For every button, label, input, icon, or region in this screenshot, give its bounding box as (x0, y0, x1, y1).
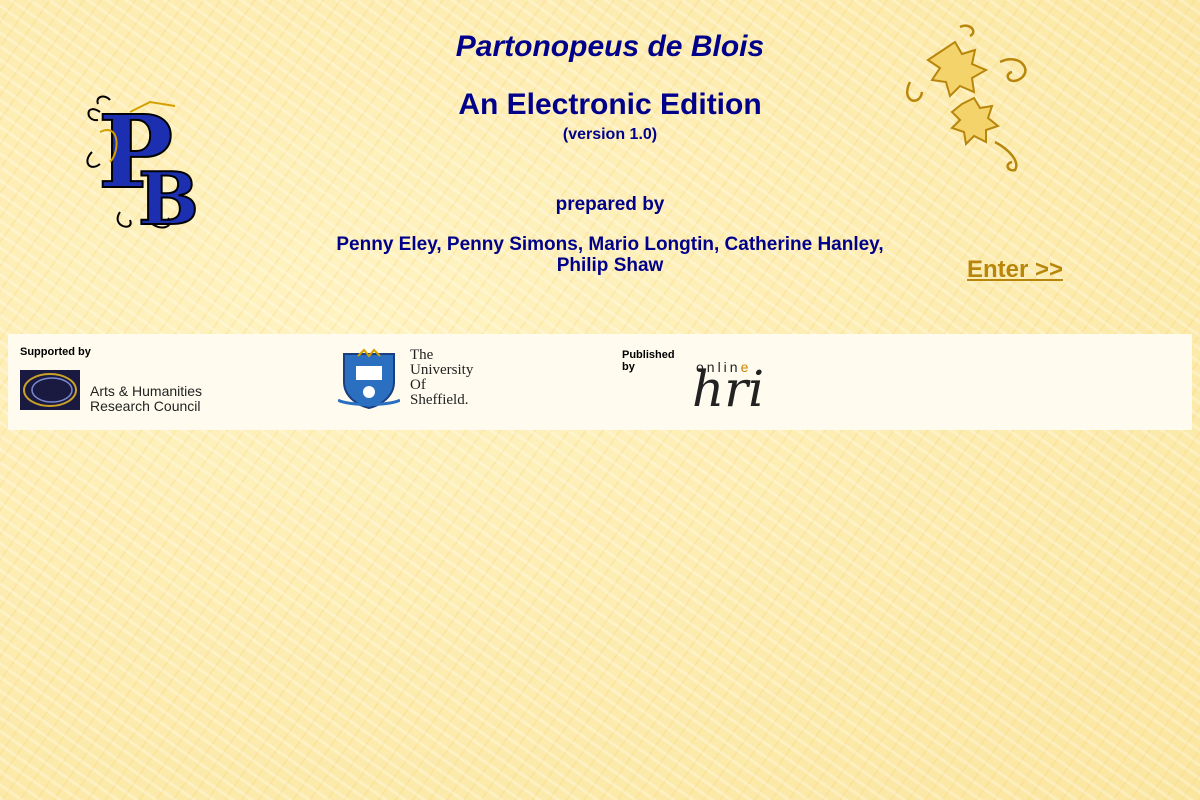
authors-line-2: Philip Shaw (556, 255, 664, 276)
sheffield-crest-icon[interactable] (338, 348, 400, 410)
ahrc-logo-icon[interactable] (20, 370, 80, 410)
hri-logo[interactable]: hri (692, 364, 764, 414)
ahrc-line-1: Arts & Humanities (90, 383, 203, 399)
sheffield-name: The University Of Sheffield. (410, 348, 473, 408)
page-title: Partonopeus de Blois (455, 30, 765, 63)
sheffield-line-4: Sheffield. (410, 392, 469, 408)
enter-link[interactable]: Enter >> (967, 256, 1063, 284)
authors-line-1: Penny Eley, Penny Simons, Mario Longtin,… (336, 234, 884, 255)
sheffield-line-3: Of (410, 377, 426, 393)
prepared-by-label: prepared by (555, 194, 665, 215)
sheffield-line-1: The (410, 347, 434, 363)
sheffield-line-2: University (410, 362, 474, 378)
ahrc-name: Arts & Humanities Research Council (90, 384, 202, 414)
version-label: (version 1.0) (562, 126, 658, 143)
sponsors-footer: Supported by Arts & Humanities Research … (8, 334, 1192, 430)
supported-by-label: Supported by (20, 346, 91, 358)
published-line-2: by (622, 361, 635, 373)
ahrc-line-2: Research Council (90, 398, 201, 414)
published-line-1: Published (622, 349, 675, 361)
published-by-label: Published by (622, 349, 692, 373)
authors-list: Penny Eley, Penny Simons, Mario Longtin,… (330, 234, 890, 276)
page-subtitle: An Electronic Edition (458, 88, 762, 121)
